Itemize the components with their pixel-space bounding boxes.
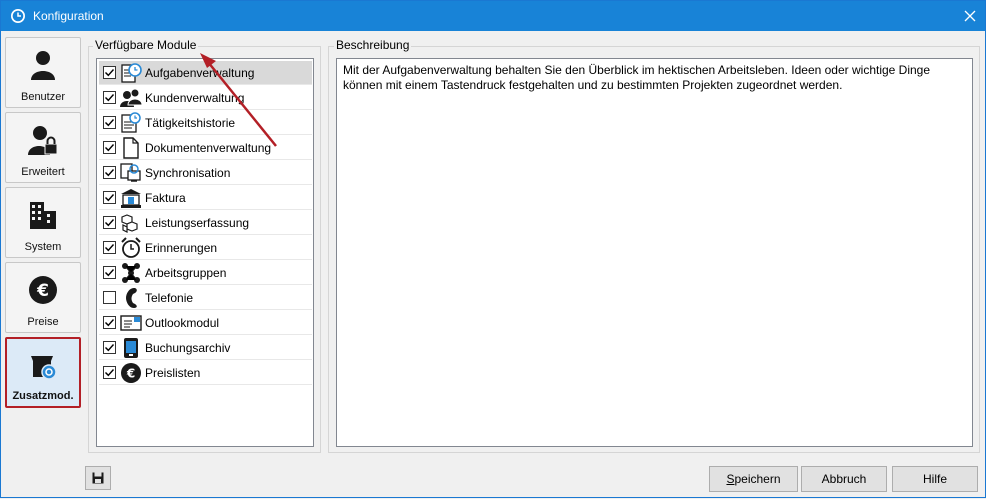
floppy-icon bbox=[92, 472, 104, 484]
module-label: Aufgabenverwaltung bbox=[145, 65, 255, 80]
module-checkbox[interactable] bbox=[103, 191, 116, 204]
document-icon bbox=[120, 136, 142, 159]
window-title: Konfiguration bbox=[33, 9, 104, 23]
abbruch-button[interactable]: Abbruch bbox=[801, 466, 887, 492]
description-group-label: Beschreibung bbox=[334, 38, 412, 52]
alarm-clock-icon bbox=[120, 236, 142, 259]
close-button[interactable] bbox=[955, 1, 985, 31]
nav-system[interactable]: System bbox=[5, 187, 81, 258]
module-checkbox[interactable] bbox=[103, 216, 116, 229]
module-checkbox[interactable] bbox=[103, 66, 116, 79]
euro-icon: € bbox=[26, 273, 60, 307]
nav-zusatzmodule[interactable]: Zusatzmod. bbox=[5, 337, 81, 408]
euro-circle-icon: € bbox=[120, 362, 142, 384]
title-bar: Konfiguration bbox=[1, 1, 985, 31]
customers-icon bbox=[120, 87, 142, 109]
module-row-dokumentenverwaltung[interactable]: Dokumentenverwaltung bbox=[99, 136, 312, 160]
module-label: Telefonie bbox=[145, 290, 194, 305]
module-label: Faktura bbox=[145, 190, 186, 205]
module-checkbox[interactable] bbox=[103, 141, 116, 154]
module-row-preislisten[interactable]: € Preislisten bbox=[99, 361, 312, 385]
module-row-kundenverwaltung[interactable]: Kundenverwaltung bbox=[99, 86, 312, 110]
task-clock-icon bbox=[120, 62, 142, 84]
module-checkbox[interactable] bbox=[103, 316, 116, 329]
speichern-label: peichern bbox=[734, 472, 781, 486]
speichern-button[interactable]: Speichern bbox=[709, 466, 798, 492]
user-lock-icon bbox=[26, 123, 60, 157]
cubes-icon bbox=[120, 212, 142, 234]
nav-label: Erweitert bbox=[21, 166, 65, 178]
archive-icon bbox=[120, 337, 142, 359]
configuration-window: Konfiguration Benutzer Erweitert System … bbox=[0, 0, 986, 498]
close-icon bbox=[964, 10, 976, 22]
module-label: Arbeitsgruppen bbox=[145, 265, 227, 280]
module-label: Buchungsarchiv bbox=[145, 340, 231, 355]
module-checkbox[interactable] bbox=[103, 341, 116, 354]
module-row-buchungsarchiv[interactable]: Buchungsarchiv bbox=[99, 336, 312, 360]
hilfe-button[interactable]: Hilfe bbox=[892, 466, 978, 492]
nav-label: Zusatzmod. bbox=[12, 390, 74, 402]
module-checkbox[interactable] bbox=[103, 366, 116, 379]
module-checkbox[interactable] bbox=[103, 266, 116, 279]
svg-text:€: € bbox=[36, 281, 49, 301]
module-label: Dokumentenverwaltung bbox=[145, 140, 272, 155]
module-list: Aufgabenverwaltung Kundenverwaltung Täti… bbox=[96, 58, 314, 447]
history-icon bbox=[120, 111, 142, 134]
module-row-erinnerungen[interactable]: Erinnerungen bbox=[99, 236, 312, 260]
module-row-leistungserfassung[interactable]: Leistungserfassung bbox=[99, 211, 312, 235]
module-row-aufgabenverwaltung[interactable]: Aufgabenverwaltung bbox=[99, 61, 312, 85]
module-checkbox[interactable] bbox=[103, 241, 116, 254]
modules-group-label: Verfügbare Module bbox=[93, 38, 199, 52]
clock-icon bbox=[11, 9, 25, 23]
description-text: Mit der Aufgabenverwaltung behalten Sie … bbox=[336, 58, 973, 447]
module-row-taetigkeitshistorie[interactable]: Tätigkeitshistorie bbox=[99, 111, 312, 135]
nav-benutzer[interactable]: Benutzer bbox=[5, 37, 81, 108]
module-label: Erinnerungen bbox=[145, 240, 218, 255]
module-row-arbeitsgruppen[interactable]: Arbeitsgruppen bbox=[99, 261, 312, 285]
module-label: Outlookmodul bbox=[145, 315, 220, 330]
sync-icon bbox=[120, 162, 142, 184]
module-label: Preislisten bbox=[145, 365, 201, 380]
nav-preise[interactable]: € Preise bbox=[5, 262, 81, 333]
user-icon bbox=[26, 48, 60, 82]
module-checkbox[interactable] bbox=[103, 116, 116, 129]
module-row-faktura[interactable]: Faktura bbox=[99, 186, 312, 210]
module-label: Synchronisation bbox=[145, 165, 231, 180]
module-row-outlookmodul[interactable]: Outlookmodul bbox=[99, 311, 312, 335]
group-icon bbox=[120, 262, 142, 284]
nav-erweitert[interactable]: Erweitert bbox=[5, 112, 81, 183]
module-checkbox[interactable] bbox=[103, 166, 116, 179]
nav-label: System bbox=[24, 241, 62, 253]
module-row-telefonie[interactable]: Telefonie bbox=[99, 286, 312, 310]
module-label: Tätigkeitshistorie bbox=[145, 115, 236, 130]
save-settings-button[interactable] bbox=[85, 466, 111, 490]
building-icon bbox=[26, 198, 60, 232]
speichern-access-key: S bbox=[726, 472, 735, 486]
module-checkbox[interactable] bbox=[103, 291, 116, 304]
module-label: Kundenverwaltung bbox=[145, 90, 245, 105]
outlook-icon bbox=[120, 312, 142, 334]
module-row-synchronisation[interactable]: Synchronisation bbox=[99, 161, 312, 185]
module-checkbox[interactable] bbox=[103, 91, 116, 104]
module-box-icon bbox=[26, 349, 60, 383]
svg-text:€: € bbox=[126, 366, 135, 380]
nav-label: Benutzer bbox=[20, 91, 66, 103]
phone-icon bbox=[120, 287, 142, 309]
nav-label: Preise bbox=[27, 316, 59, 328]
module-label: Leistungserfassung bbox=[145, 215, 250, 230]
bank-icon bbox=[120, 187, 142, 209]
